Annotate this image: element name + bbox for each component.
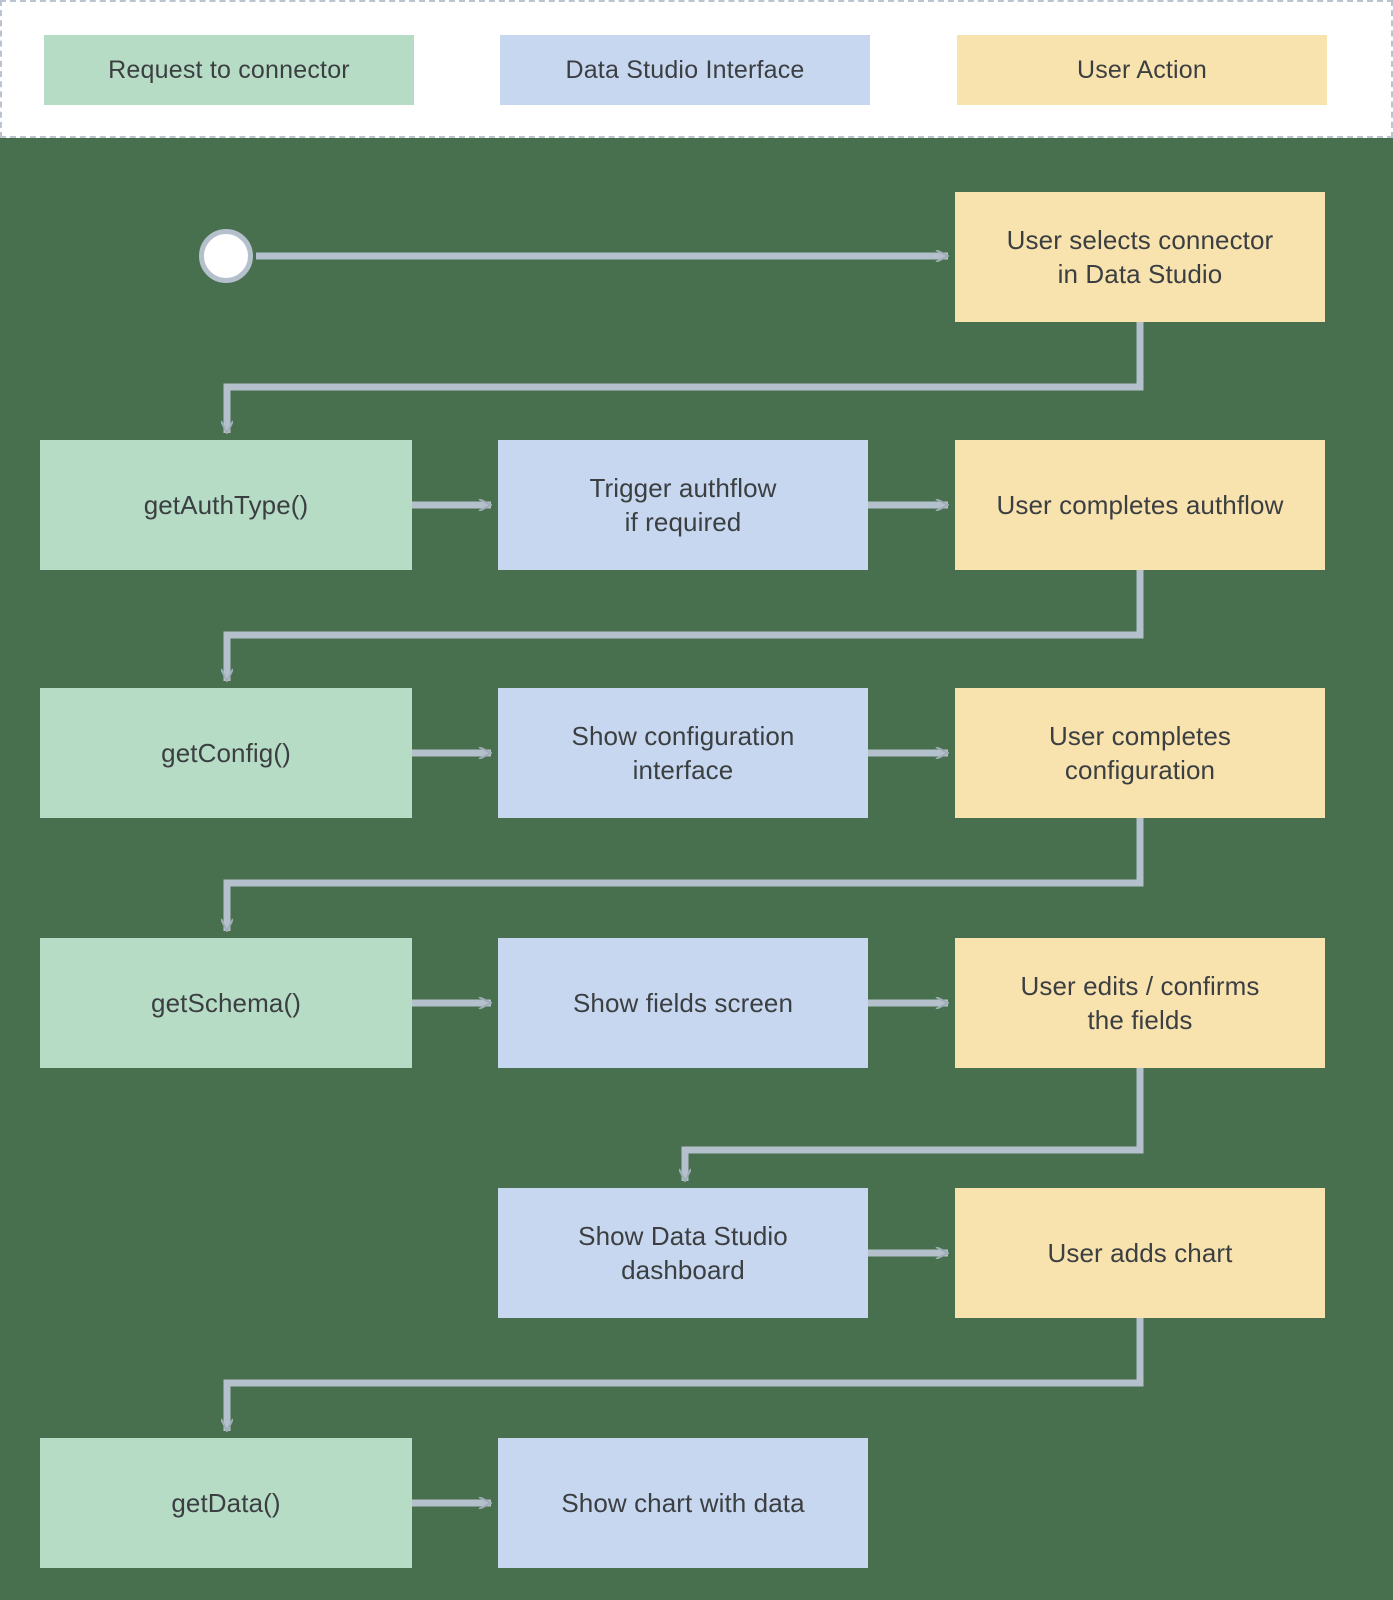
- node-label-line1: Show chart with data: [561, 1487, 805, 1518]
- legend-label-request-to-connector: Request to connector: [108, 55, 350, 84]
- legend-item-request-to-connector: Request to connector: [44, 35, 414, 105]
- node-get-schema[interactable]: getSchema(): [40, 938, 412, 1068]
- node-show-fields-screen[interactable]: Show fields screen: [498, 938, 868, 1068]
- node-user-completes-authflow[interactable]: User completes authflow: [955, 440, 1325, 570]
- legend-panel: Request to connector Data Studio Interfa…: [0, 0, 1393, 138]
- node-get-config[interactable]: getConfig(): [40, 688, 412, 818]
- node-label-line2: the fields: [1087, 1005, 1193, 1035]
- node-label-line1: User completes: [1048, 720, 1232, 751]
- node-show-data-studio-dashboard[interactable]: Show Data Studio dashboard: [498, 1188, 868, 1318]
- node-label-line1: Trigger authflow: [589, 472, 777, 503]
- node-label-line1: Show fields screen: [572, 987, 794, 1018]
- edge-user-edits-confirms-fields-to-show-data-studio-dashboard: [685, 1068, 1144, 1181]
- node-label-line1: User adds chart: [1047, 1237, 1233, 1268]
- node-label-line2: dashboard: [621, 1255, 745, 1285]
- node-label-line1: getConfig(): [161, 737, 291, 768]
- edge-user-completes-authflow-to-get-config: [227, 570, 1144, 681]
- flowchart-page: Request to connector Data Studio Interfa…: [0, 0, 1393, 1600]
- node-user-selects-connector[interactable]: User selects connector in Data Studio: [955, 192, 1325, 322]
- node-label-line1: Show configuration: [571, 720, 795, 751]
- edge-user-adds-chart-to-get-data: [227, 1318, 1144, 1431]
- node-label-line1: Show Data Studio: [578, 1220, 788, 1251]
- node-user-completes-configuration[interactable]: User completes configuration: [955, 688, 1325, 818]
- node-get-auth-type[interactable]: getAuthType(): [40, 440, 412, 570]
- node-label-line2: configuration: [1064, 755, 1216, 785]
- node-label-line1: getData(): [171, 1487, 281, 1518]
- legend-label-user-action: User Action: [1076, 55, 1208, 84]
- node-label-line2: in Data Studio: [1057, 259, 1223, 289]
- node-label-line1: getAuthType(): [143, 489, 309, 520]
- node-user-adds-chart[interactable]: User adds chart: [955, 1188, 1325, 1318]
- node-user-edits-confirms-fields[interactable]: User edits / confirms the fields: [955, 938, 1325, 1068]
- node-label-line1: User completes authflow: [996, 489, 1284, 520]
- node-label-line2: if required: [624, 507, 742, 537]
- edge-user-completes-configuration-to-get-schema: [227, 818, 1144, 931]
- node-trigger-authflow[interactable]: Trigger authflow if required: [498, 440, 868, 570]
- node-show-chart-with-data[interactable]: Show chart with data: [498, 1438, 868, 1568]
- legend-label-data-studio-interface: Data Studio Interface: [565, 55, 805, 84]
- edge-user-selects-to-get-auth-type: [227, 322, 1144, 433]
- flow-canvas: User selects connector in Data Studio ge…: [0, 138, 1393, 1600]
- node-show-configuration-interface[interactable]: Show configuration interface: [498, 688, 868, 818]
- flow-start-circle: [199, 229, 253, 283]
- node-label-line1: User selects connector: [1006, 224, 1274, 255]
- node-label-line1: User edits / confirms: [1020, 970, 1260, 1001]
- node-label-line1: getSchema(): [151, 987, 301, 1018]
- legend-item-user-action: User Action: [957, 35, 1327, 105]
- edge-layer: [0, 138, 1144, 1600]
- node-get-data[interactable]: getData(): [40, 1438, 412, 1568]
- node-label-line2: interface: [632, 755, 734, 785]
- legend-item-data-studio-interface: Data Studio Interface: [500, 35, 870, 105]
